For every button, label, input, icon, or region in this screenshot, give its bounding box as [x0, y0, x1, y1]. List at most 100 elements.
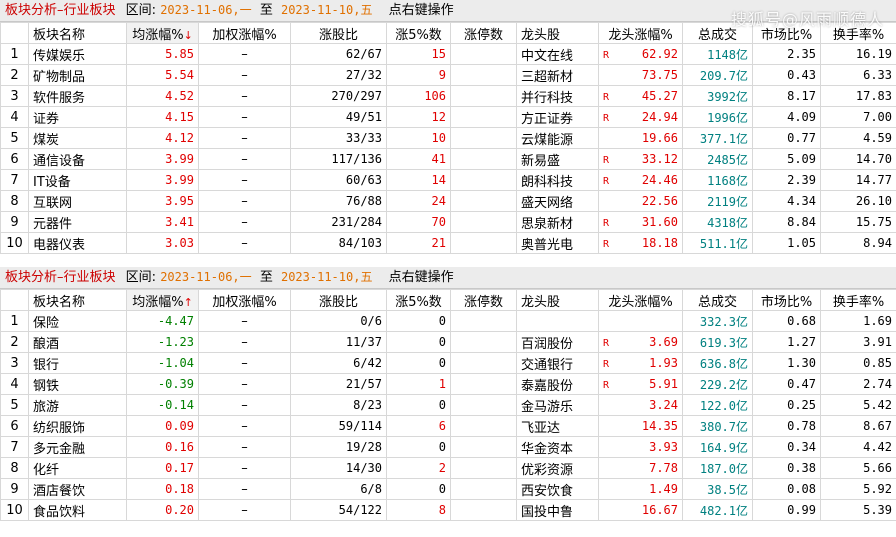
- up-ratio-cell: 14/30: [290, 457, 387, 479]
- weighted-change-cell: –: [198, 148, 291, 170]
- leader-change-cell: 22.56: [598, 190, 683, 212]
- table-row[interactable]: 7 多元金融 0.16–19/28 0 华金资本 3.93 164.9亿 0.34 4.42: [0, 436, 896, 458]
- range-start-date[interactable]: 2023-11-06,一: [160, 270, 251, 284]
- market-share-cell: 4.34: [752, 190, 821, 212]
- col-header-leader-change[interactable]: 龙头涨幅%: [598, 22, 683, 44]
- range-start-date[interactable]: 2023-11-06,一: [160, 3, 251, 17]
- col-header-turnover-rate[interactable]: 换手率%: [820, 289, 896, 311]
- col-header-up5-count[interactable]: 涨5%数: [386, 22, 451, 44]
- range-label: 区间:: [125, 3, 157, 18]
- table-row[interactable]: 6 纺织服饰 0.09–59/114 6 飞亚达 14.35 380.7亿 0.78 8.67: [0, 415, 896, 437]
- col-header-avg-change[interactable]: 均涨幅%↓: [126, 22, 199, 44]
- table-row[interactable]: 8 互联网 3.95–76/88 24 盛天网络 22.56 2119亿 4.34 26.10: [0, 190, 896, 212]
- leader-stock-cell: 并行科技: [516, 85, 599, 107]
- limit-up-cell: [450, 148, 517, 170]
- leader-stock-cell: 交通银行: [516, 352, 599, 374]
- up5-count-cell: 8: [386, 499, 451, 521]
- weighted-change-cell: –: [198, 106, 291, 128]
- table-row[interactable]: 4 证券 4.15–49/51 12 方正证券 R 24.94 1996亿 4.09 7.00: [0, 106, 896, 128]
- leader-change-cell: R 62.92: [598, 43, 683, 65]
- row-index-cell: 3: [0, 352, 29, 374]
- col-header-up-ratio[interactable]: 涨股比: [290, 289, 387, 311]
- rzrq-marker: R: [603, 92, 610, 103]
- turnover-rate-cell: 1.69: [820, 310, 896, 332]
- turnover-rate-cell: 0.85: [820, 352, 896, 374]
- col-header-sector-name[interactable]: 板块名称: [28, 22, 127, 44]
- avg-change-cell: 0.09: [126, 415, 199, 437]
- turnover-rate-cell: 4.59: [820, 127, 896, 149]
- table-row[interactable]: 4 钢铁 -0.39–21/57 1 泰嘉股份 R 5.91 229.2亿 0.47 2.74: [0, 373, 896, 395]
- col-header-leader-change[interactable]: 龙头涨幅%: [598, 289, 683, 311]
- col-header-leader-stock[interactable]: 龙头股: [516, 289, 599, 311]
- up5-count-cell: 0: [386, 352, 451, 374]
- avg-change-cell: 3.95: [126, 190, 199, 212]
- table-row[interactable]: 10 食品饮料 0.20–54/122 8 国投中鲁 16.67 482.1亿 0.99 5.3…: [0, 499, 896, 521]
- leader-change-cell: 73.75: [598, 64, 683, 86]
- sector-name-cell: IT设备: [28, 169, 127, 191]
- turnover-cell: 38.5亿: [682, 478, 753, 500]
- table-row[interactable]: 5 煤炭 4.12–33/33 10 云煤能源 19.66 377.1亿 0.77 4.59: [0, 127, 896, 149]
- leader-change-value: 45.27: [641, 89, 678, 103]
- limit-up-cell: [450, 43, 517, 65]
- avg-change-cell: 0.18: [126, 478, 199, 500]
- market-share-cell: 0.25: [752, 394, 821, 416]
- table-row[interactable]: 5 旅游 -0.14–8/23 0 金马游乐 3.24 122.0亿 0.25 5.42: [0, 394, 896, 416]
- table-row[interactable]: 1 传媒娱乐 5.85–62/67 15 中文在线 R 62.92 1148亿 2.35 16.1…: [0, 43, 896, 65]
- col-header-limit-up-count[interactable]: 涨停数: [450, 289, 517, 311]
- turnover-cell: 380.7亿: [682, 415, 753, 437]
- table-row[interactable]: 2 酿酒 -1.23–11/37 0 百润股份 R 3.69 619.3亿 1.27 3.91: [0, 331, 896, 353]
- col-header-avg-change[interactable]: 均涨幅%↑: [126, 289, 199, 311]
- avg-change-cell: 5.54: [126, 64, 199, 86]
- row-index-cell: 1: [0, 43, 29, 65]
- table-row[interactable]: 3 软件服务 4.52–270/297 106 并行科技 R 45.27 3992亿 8.17 1…: [0, 85, 896, 107]
- table-row[interactable]: 1 保险 -4.47–0/6 0 332.3亿 0.68 1.69: [0, 310, 896, 332]
- avg-change-cell: 0.20: [126, 499, 199, 521]
- col-header-sector-name[interactable]: 板块名称: [28, 289, 127, 311]
- weighted-change-cell: –: [198, 310, 291, 332]
- col-header-turnover[interactable]: 总成交: [682, 22, 753, 44]
- up5-count-cell: 0: [386, 331, 451, 353]
- table-row[interactable]: 9 元器件 3.41–231/284 70 思泉新材 R 31.60 4318亿 8.84 15.…: [0, 211, 896, 233]
- leader-change-value: 62.92: [641, 47, 678, 61]
- market-share-cell: 0.68: [752, 310, 821, 332]
- row-index-cell: 3: [0, 85, 29, 107]
- col-header-index[interactable]: [0, 22, 29, 44]
- limit-up-cell: [450, 211, 517, 233]
- rzrq-marker: R: [603, 359, 610, 370]
- col-header-turnover[interactable]: 总成交: [682, 289, 753, 311]
- table-row[interactable]: 7 IT设备 3.99–60/63 14 朗科科技 R 24.46 1168亿 2.39 14.7…: [0, 169, 896, 191]
- col-header-limit-up-count[interactable]: 涨停数: [450, 22, 517, 44]
- range-end-date[interactable]: 2023-11-10,五: [281, 270, 372, 284]
- col-header-up5-count[interactable]: 涨5%数: [386, 289, 451, 311]
- col-header-leader-stock[interactable]: 龙头股: [516, 22, 599, 44]
- sector-panel-top[interactable]: 板块分析–行业板块 区间: 2023-11-06,一 至 2023-11-10,…: [0, 0, 896, 254]
- sector-panel-bottom[interactable]: 板块分析–行业板块 区间: 2023-11-06,一 至 2023-11-10,…: [0, 267, 896, 521]
- col-header-market-share[interactable]: 市场比%: [752, 289, 821, 311]
- leader-stock-cell: 优彩资源: [516, 457, 599, 479]
- leader-change-cell: 19.66: [598, 127, 683, 149]
- col-header-index[interactable]: [0, 289, 29, 311]
- col-header-weighted-change[interactable]: 加权涨幅%: [198, 289, 291, 311]
- table-row[interactable]: 10 电器仪表 3.03–84/103 21 奥普光电 R 18.18 511.1亿 1.05 8…: [0, 232, 896, 254]
- leader-change-value: 24.94: [641, 110, 678, 124]
- leader-change-value: 3.69: [649, 335, 678, 349]
- limit-up-cell: [450, 310, 517, 332]
- sector-name-cell: 酿酒: [28, 331, 127, 353]
- avg-change-cell: 5.85: [126, 43, 199, 65]
- col-header-market-share[interactable]: 市场比%: [752, 22, 821, 44]
- weighted-change-cell: –: [198, 499, 291, 521]
- table-row[interactable]: 9 酒店餐饮 0.18–6/8 0 西安饮食 1.49 38.5亿 0.08 5.92: [0, 478, 896, 500]
- sort-desc-icon: ↓: [183, 28, 193, 42]
- turnover-rate-cell: 4.42: [820, 436, 896, 458]
- col-header-up-ratio[interactable]: 涨股比: [290, 22, 387, 44]
- col-header-weighted-change[interactable]: 加权涨幅%: [198, 22, 291, 44]
- sector-name-cell: 多元金融: [28, 436, 127, 458]
- table-row[interactable]: 8 化纤 0.17–14/30 2 优彩资源 7.78 187.0亿 0.38 5.66: [0, 457, 896, 479]
- range-end-date[interactable]: 2023-11-10,五: [281, 3, 372, 17]
- table-row[interactable]: 3 银行 -1.04–6/42 0 交通银行 R 1.93 636.8亿 1.30 0.85: [0, 352, 896, 374]
- table-row[interactable]: 2 矿物制品 5.54–27/32 9 三超新材 73.75 209.7亿 0.43 6.33: [0, 64, 896, 86]
- col-header-turnover-rate[interactable]: 换手率%: [820, 22, 896, 44]
- right-click-hint: 点右键操作: [388, 3, 454, 18]
- table-row[interactable]: 6 通信设备 3.99–117/136 41 新易盛 R 33.12 2485亿 5.09 14.…: [0, 148, 896, 170]
- turnover-cell: 209.7亿: [682, 64, 753, 86]
